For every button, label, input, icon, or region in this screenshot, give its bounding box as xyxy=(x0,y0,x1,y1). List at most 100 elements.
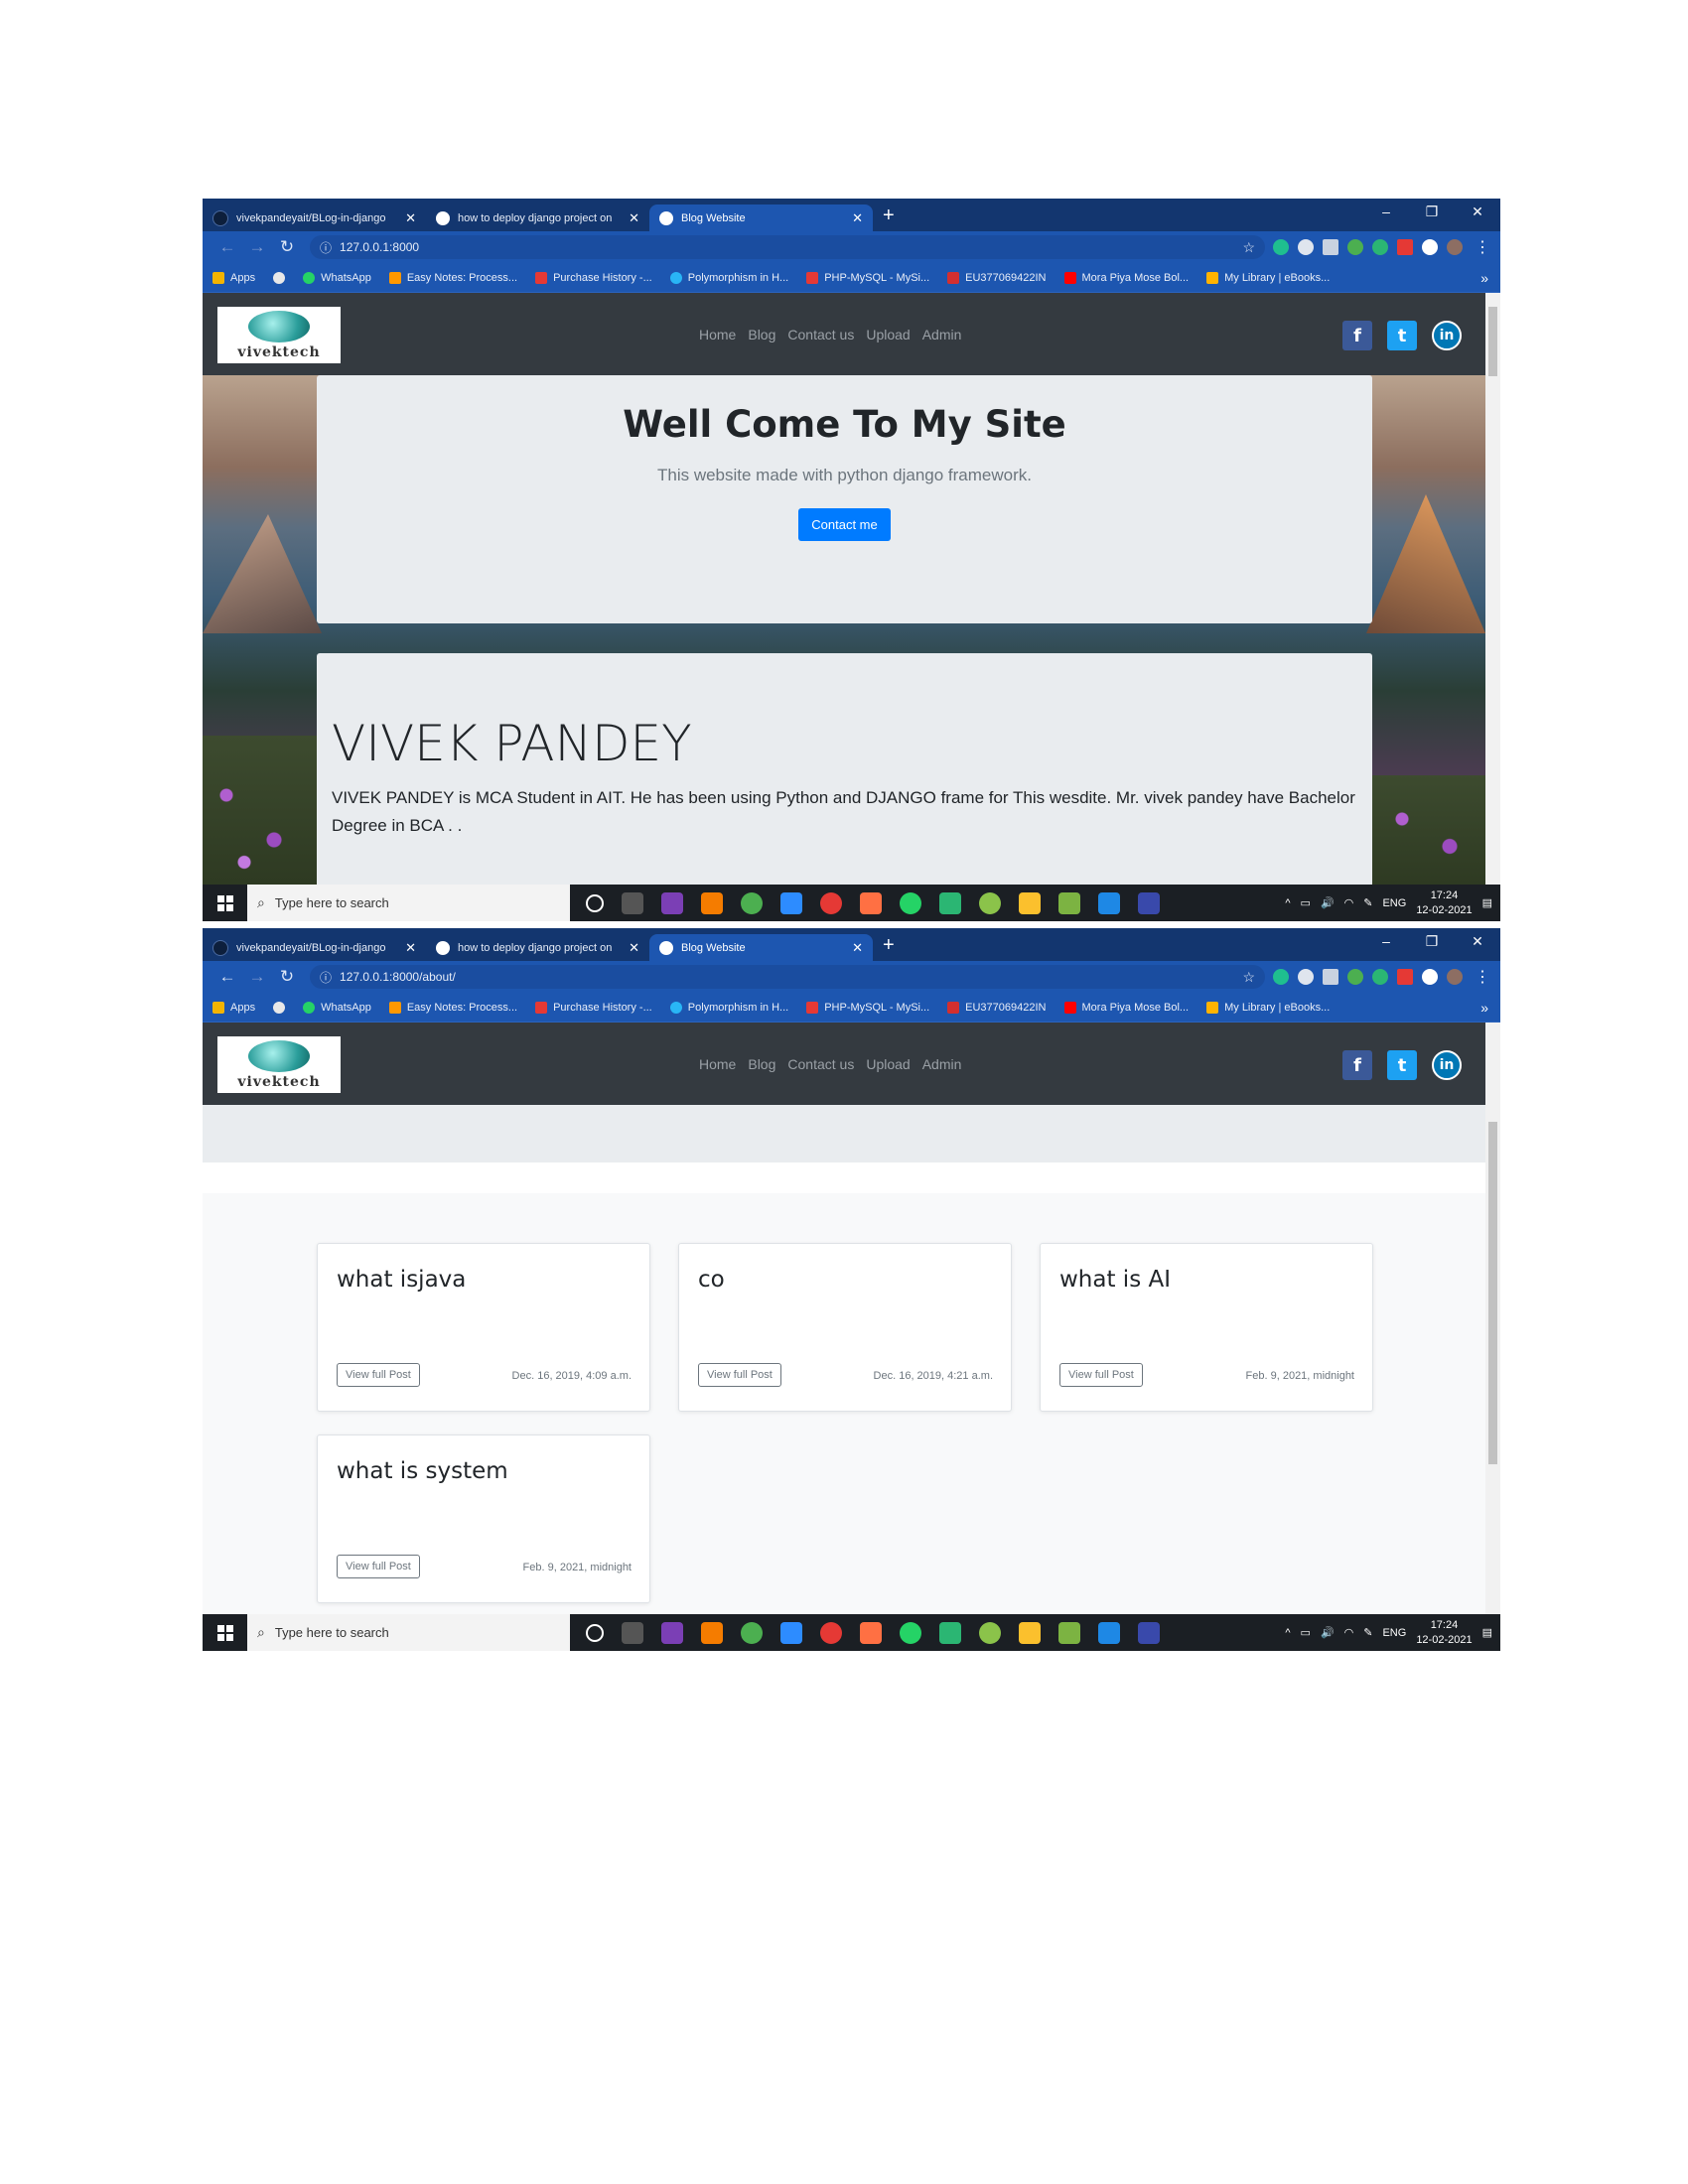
notification-icon[interactable]: ▤ xyxy=(1482,1626,1492,1639)
linkedin-icon[interactable]: in xyxy=(1432,321,1462,350)
bookmark[interactable] xyxy=(273,271,286,284)
bookmark[interactable]: Polymorphism in H... xyxy=(669,1001,788,1014)
microphone-icon[interactable] xyxy=(860,1621,882,1644)
pdf-icon[interactable] xyxy=(1397,969,1413,985)
folder-icon[interactable] xyxy=(1019,1621,1041,1644)
whatsapp-icon[interactable] xyxy=(900,1621,921,1644)
view-full-post-button[interactable]: View full Post xyxy=(337,1363,420,1387)
microphone-icon[interactable] xyxy=(860,891,882,914)
facebook-icon[interactable]: f xyxy=(1342,1050,1372,1080)
bookmark[interactable]: WhatsApp xyxy=(303,271,371,284)
cortana-icon[interactable] xyxy=(586,1623,604,1642)
tab-github[interactable]: vivekpandeyait/BLog-in-django ✕ xyxy=(203,205,426,231)
close-icon[interactable]: ✕ xyxy=(852,210,863,226)
tab-google[interactable]: how to deploy django project on ✕ xyxy=(426,934,649,961)
profile-avatar[interactable] xyxy=(1447,969,1463,985)
nav-admin[interactable]: Admin xyxy=(922,1056,962,1072)
view-full-post-button[interactable]: View full Post xyxy=(698,1363,781,1387)
nav-contact[interactable]: Contact us xyxy=(787,1056,854,1072)
scrollbar-thumb[interactable] xyxy=(1488,1122,1497,1464)
visual-studio-icon[interactable] xyxy=(661,891,683,914)
scrollbar[interactable] xyxy=(1485,293,1500,885)
bookmark[interactable]: My Library | eBooks... xyxy=(1206,1001,1330,1014)
star-icon[interactable]: ☆ xyxy=(1242,239,1255,256)
record-icon[interactable] xyxy=(820,891,842,914)
menu-icon[interactable]: ⋮ xyxy=(1475,967,1490,987)
info-icon[interactable]: ⓘ xyxy=(320,239,332,256)
chrome-icon[interactable] xyxy=(979,891,1001,914)
taskbar-search[interactable]: ⌕ Type here to search xyxy=(247,885,570,921)
scrollbar[interactable] xyxy=(1485,1023,1500,1614)
star-icon[interactable]: ☆ xyxy=(1242,969,1255,986)
site-logo[interactable]: vivektech xyxy=(217,1036,341,1093)
extension-icon[interactable] xyxy=(1323,969,1338,985)
bookmark[interactable]: PHP-MySQL - MySi... xyxy=(806,1001,929,1014)
bookmark[interactable]: My Library | eBooks... xyxy=(1206,271,1330,284)
tab-github[interactable]: vivekpandeyait/BLog-in-django ✕ xyxy=(203,934,426,961)
grammarly-icon[interactable] xyxy=(1273,239,1289,255)
menu-icon[interactable]: ⋮ xyxy=(1475,237,1490,257)
bookmark[interactable]: Easy Notes: Process... xyxy=(388,1001,517,1014)
bookmark[interactable]: Easy Notes: Process... xyxy=(388,271,517,284)
bookmark[interactable]: Apps xyxy=(212,1001,255,1014)
task-view-icon[interactable] xyxy=(622,1621,643,1644)
visual-studio-icon[interactable] xyxy=(661,1621,683,1644)
chrome-icon[interactable] xyxy=(979,1621,1001,1644)
tab-google[interactable]: how to deploy django project on ✕ xyxy=(426,205,649,231)
contact-me-button[interactable]: Contact me xyxy=(798,508,891,541)
grammarly-icon[interactable] xyxy=(1273,969,1289,985)
bookmark[interactable]: EU377069422IN xyxy=(947,271,1047,284)
chrome-icon[interactable] xyxy=(741,891,763,914)
nav-upload[interactable]: Upload xyxy=(866,327,910,342)
close-icon[interactable]: ✕ xyxy=(405,940,416,956)
zoom-icon[interactable] xyxy=(780,1621,802,1644)
extension-icon[interactable] xyxy=(1347,969,1363,985)
bookmark[interactable]: Mora Piya Mose Bol... xyxy=(1063,1001,1189,1014)
close-icon[interactable]: ✕ xyxy=(629,210,639,226)
reload-icon[interactable]: ↻ xyxy=(272,967,302,987)
info-icon[interactable]: ⓘ xyxy=(320,969,332,986)
wifi-icon[interactable]: ◠ xyxy=(1344,896,1354,909)
xampp-icon[interactable] xyxy=(701,1621,723,1644)
bookmark[interactable]: PHP-MySQL - MySi... xyxy=(806,271,929,284)
extension-icon[interactable] xyxy=(1372,239,1388,255)
pen-icon[interactable]: ✎ xyxy=(1363,896,1372,909)
linkedin-icon[interactable]: in xyxy=(1432,1050,1462,1080)
extension-icon[interactable] xyxy=(1323,239,1338,255)
nav-home[interactable]: Home xyxy=(699,327,736,342)
start-button[interactable] xyxy=(203,885,247,921)
extension-icon[interactable] xyxy=(1298,969,1314,985)
notification-icon[interactable]: ▤ xyxy=(1482,896,1492,909)
pen-icon[interactable]: ✎ xyxy=(1363,1626,1372,1639)
view-full-post-button[interactable]: View full Post xyxy=(1059,1363,1143,1387)
back-icon[interactable]: ← xyxy=(212,237,242,257)
bookmark[interactable] xyxy=(273,1001,286,1014)
puzzle-icon[interactable] xyxy=(1422,239,1438,255)
vscode-icon[interactable] xyxy=(1098,1621,1120,1644)
bookmark[interactable]: Mora Piya Mose Bol... xyxy=(1063,271,1189,284)
xampp-icon[interactable] xyxy=(701,891,723,914)
volume-icon[interactable]: 🔊 xyxy=(1321,896,1335,909)
view-full-post-button[interactable]: View full Post xyxy=(337,1555,420,1578)
forward-icon[interactable]: → xyxy=(242,967,272,987)
twitter-icon[interactable]: t xyxy=(1387,1050,1417,1080)
cortana-icon[interactable] xyxy=(586,893,604,912)
nav-admin[interactable]: Admin xyxy=(922,327,962,342)
whatsapp-icon[interactable] xyxy=(900,891,921,914)
extension-icon[interactable] xyxy=(1298,239,1314,255)
chevron-up-icon[interactable]: ^ xyxy=(1285,897,1290,909)
bookmark[interactable]: Polymorphism in H... xyxy=(669,271,788,284)
twitter-icon[interactable]: t xyxy=(1387,321,1417,350)
close-window-icon[interactable]: ✕ xyxy=(1455,199,1500,224)
tab-blog-website[interactable]: Blog Website ✕ xyxy=(649,205,873,231)
scrollbar-thumb[interactable] xyxy=(1488,307,1497,376)
close-icon[interactable]: ✕ xyxy=(852,940,863,956)
record-icon[interactable] xyxy=(820,1621,842,1644)
profile-avatar[interactable] xyxy=(1447,239,1463,255)
forward-icon[interactable]: → xyxy=(242,237,272,257)
nav-blog[interactable]: Blog xyxy=(748,1056,775,1072)
taskbar-search[interactable]: ⌕ Type here to search xyxy=(247,1614,570,1651)
new-tab-button[interactable]: + xyxy=(883,205,895,227)
edge-icon[interactable] xyxy=(939,891,961,914)
chevron-right-icon[interactable]: » xyxy=(1480,1000,1488,1016)
